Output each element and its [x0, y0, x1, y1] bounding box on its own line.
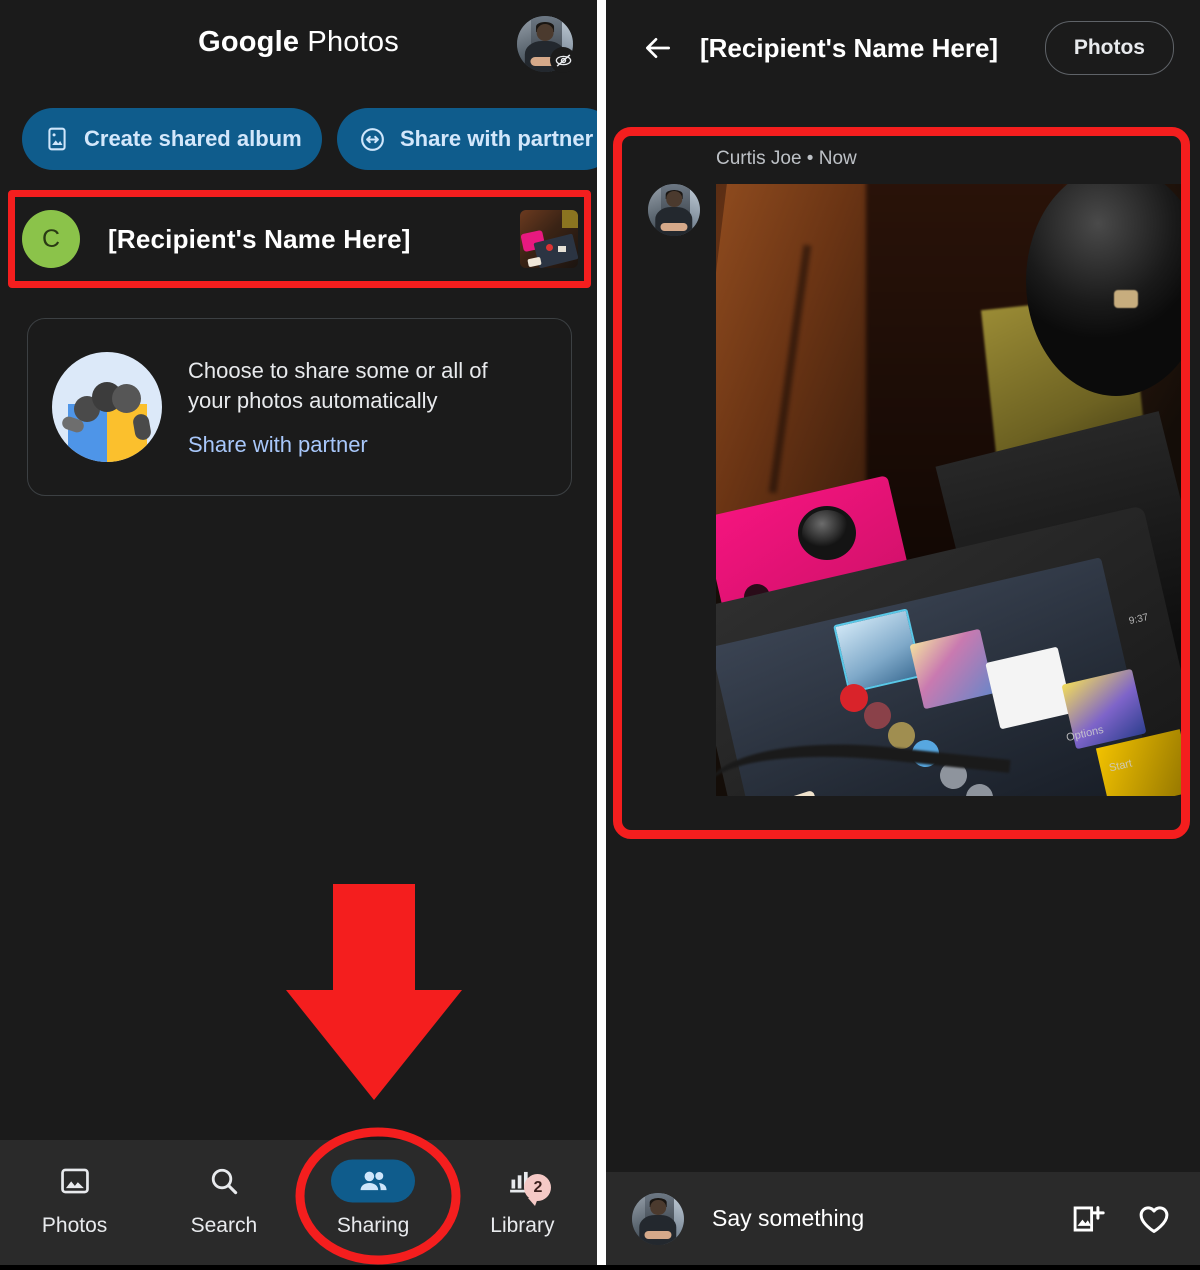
library-icon: 2: [505, 1162, 552, 1206]
page-title-google: Google: [198, 26, 300, 58]
create-shared-album-button[interactable]: Create shared album: [22, 108, 322, 170]
bottom-navigation-bar: Photos Search Sharing 2 Library: [0, 1140, 597, 1265]
comment-bar: Say something: [606, 1172, 1200, 1265]
nav-item-sharing[interactable]: Sharing: [299, 1140, 448, 1265]
photos-button-label: Photos: [1073, 36, 1145, 59]
create-shared-album-label: Create shared album: [84, 126, 302, 151]
post-meta: Curtis Joe • Now: [716, 148, 857, 169]
comment-input[interactable]: Say something: [712, 1205, 1040, 1232]
quick-actions: Create shared album Share with partner: [0, 108, 597, 170]
shared-photo[interactable]: Options Start 9:37: [716, 184, 1182, 796]
right-header: [Recipient's Name Here] Photos: [606, 0, 1200, 96]
page-title: Google Photos: [0, 26, 597, 59]
comment-author-avatar: [632, 1192, 684, 1245]
share-with-partner-label: Share with partner: [400, 126, 594, 151]
back-arrow-icon[interactable]: [638, 28, 678, 68]
partner-sharing-illustration: [52, 352, 162, 462]
nav-label-sharing: Sharing: [336, 1214, 410, 1237]
post-author-avatar: [648, 184, 700, 236]
share-with-partner-promo-card[interactable]: Choose to share some or all of your phot…: [27, 318, 572, 496]
photo-icon: [58, 1162, 92, 1200]
album-image-icon: [44, 126, 70, 152]
panel-divider: [597, 0, 606, 1265]
shared-conversation-screen: [Recipient's Name Here] Photos Curtis Jo…: [606, 0, 1200, 1265]
shared-post: Curtis Joe • Now Options Start 9:37: [626, 126, 1182, 796]
account-avatar[interactable]: [517, 16, 576, 73]
nav-item-photos[interactable]: Photos: [0, 1140, 149, 1265]
page-title-photos: Photos: [307, 26, 399, 58]
left-header: Google Photos: [0, 0, 597, 96]
avatar: [648, 184, 700, 236]
shared-conversation-row[interactable]: C [Recipient's Name Here]: [22, 200, 578, 278]
search-icon: [207, 1162, 241, 1200]
recipient-initial-avatar: C: [22, 210, 80, 268]
people-icon: [331, 1159, 416, 1203]
nav-item-search[interactable]: Search: [149, 1140, 298, 1265]
share-with-partner-button[interactable]: Share with partner: [337, 108, 597, 170]
post-body: Options Start 9:37: [626, 184, 1182, 796]
promo-link[interactable]: Share with partner: [188, 432, 518, 458]
sync-paused-icon: [550, 47, 576, 73]
partner-sharing-icon: [359, 126, 386, 153]
promo-title: Choose to share some or all of your phot…: [188, 358, 488, 413]
conversation-title: [Recipient's Name Here]: [700, 32, 999, 63]
nav-label-photos: Photos: [41, 1214, 108, 1237]
google-photos-sharing-screen: Google Photos Create shared album Share …: [0, 0, 597, 1265]
nav-label-search: Search: [190, 1214, 258, 1237]
add-photo-icon[interactable]: [1070, 1201, 1106, 1237]
recipient-latest-thumbnail: [520, 210, 578, 268]
promo-text: Choose to share some or all of your phot…: [188, 356, 518, 458]
photos-button[interactable]: Photos: [1044, 21, 1174, 75]
screenshot-stage: Google Photos Create shared album Share …: [0, 0, 1200, 1265]
recipient-name: [Recipient's Name Here]: [108, 223, 411, 254]
nav-item-library[interactable]: 2 Library: [448, 1140, 597, 1265]
nav-label-library: Library: [490, 1214, 555, 1237]
library-badge-count: 2: [524, 1174, 552, 1206]
heart-icon[interactable]: [1136, 1201, 1172, 1237]
